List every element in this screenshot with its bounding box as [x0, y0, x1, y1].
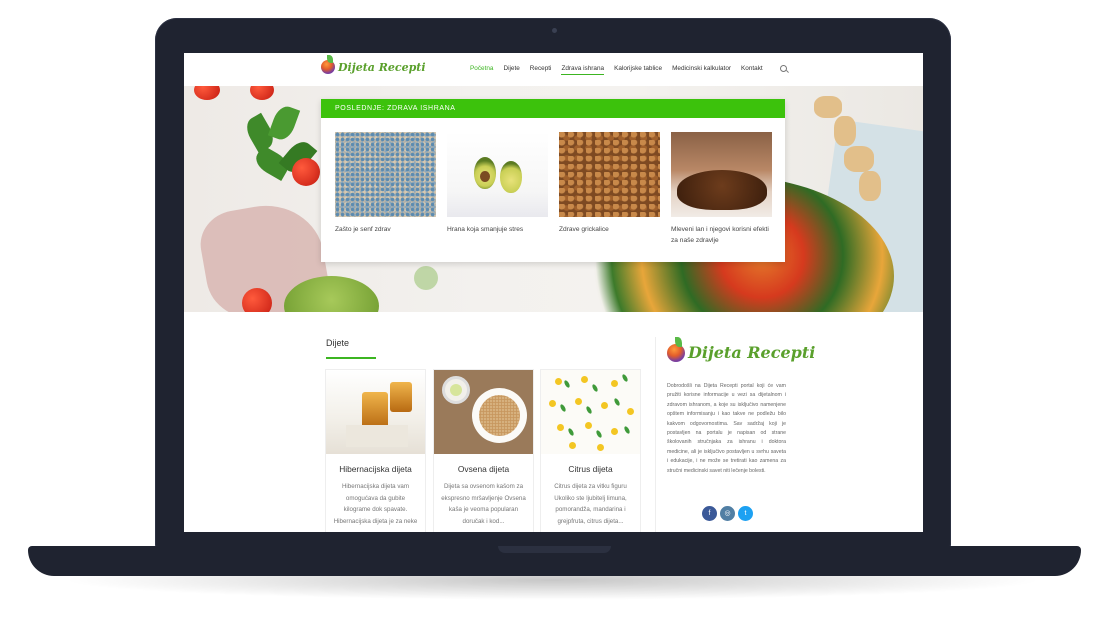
card-description: Hibernacijska dijeta vam omogućava da gu…: [333, 483, 418, 525]
hero-basil: [239, 103, 319, 206]
dropdown-item[interactable]: Zašto je senf zdrav: [335, 132, 436, 235]
section-title: Dijete: [326, 338, 350, 348]
facebook-icon[interactable]: f: [702, 506, 717, 521]
dropdown-item-caption[interactable]: Mleveni lan i njegovi korisni efekti za …: [671, 224, 772, 246]
sidebar-about-text: Dobrodošli na Dijeta Recepti portal koji…: [667, 383, 786, 474]
citrus-image[interactable]: [541, 370, 640, 454]
browser-screen: Dijeta Recepti Početna Dijete Recepti Zd…: [184, 53, 923, 532]
dropdown-item-caption[interactable]: Zašto je senf zdrav: [335, 224, 436, 235]
logo-bowl-icon: [667, 336, 685, 362]
dropdown-item[interactable]: Mleveni lan i njegovi korisni efekti za …: [671, 132, 772, 246]
main-nav: Početna Dijete Recepti Zdrava ishrana Ka…: [470, 65, 773, 75]
section-underline: [326, 357, 376, 359]
dropdown-item[interactable]: Hrana koja smanjuje stres: [447, 132, 548, 235]
site-header: Dijeta Recepti Početna Dijete Recepti Zd…: [184, 53, 923, 86]
hero-ginger: [804, 91, 894, 211]
dropdown-heading: POSLEDNJE: ZDRAVA ISHRANA: [321, 99, 785, 118]
nav-kontakt[interactable]: Kontakt: [741, 65, 763, 75]
diet-card[interactable]: Ovsena dijeta Dijeta sa ovsenom kašom za…: [433, 369, 534, 532]
card-title[interactable]: Hibernacijska dijeta: [326, 464, 425, 474]
honey-jars-image[interactable]: [326, 370, 425, 454]
nav-zdrava-ishrana[interactable]: Zdrava ishrana: [561, 65, 605, 75]
dropdown-item[interactable]: Zdrave grickalice: [559, 132, 660, 235]
nav-pocetna[interactable]: Početna: [470, 65, 493, 75]
mustard-seeds-image[interactable]: [335, 132, 436, 217]
walnuts-image[interactable]: [559, 132, 660, 217]
logo-bowl-icon: [321, 55, 335, 74]
twitter-icon[interactable]: t: [738, 506, 753, 521]
nav-dijete[interactable]: Dijete: [503, 65, 519, 75]
webcam: [552, 28, 557, 33]
instagram-icon[interactable]: ◎: [720, 506, 735, 521]
site-logo[interactable]: Dijeta Recepti: [321, 55, 426, 74]
sidebar-logo-text: Dijeta Recepti: [688, 343, 816, 362]
nav-recepti[interactable]: Recepti: [530, 65, 552, 75]
dropdown-item-caption[interactable]: Hrana koja smanjuje stres: [447, 224, 548, 235]
nav-medicinski-kalkulator[interactable]: Medicinski kalkulator: [672, 65, 731, 75]
laptop-base: [28, 546, 1081, 576]
sidebar-logo: Dijeta Recepti: [667, 336, 816, 362]
card-title[interactable]: Citrus dijeta: [541, 464, 640, 474]
mega-menu-dropdown: POSLEDNJE: ZDRAVA ISHRANA Zašto je senf …: [321, 99, 785, 262]
laptop-notch: [498, 546, 611, 553]
hero-tomato: [194, 86, 220, 100]
search-icon[interactable]: [780, 65, 787, 72]
hero-tomato: [292, 158, 320, 186]
card-description: Dijeta sa ovsenom kašom za ekspresno mrš…: [441, 483, 526, 525]
hero-sprout: [414, 266, 438, 290]
nav-kalorijske-tablice[interactable]: Kalorijske tablice: [614, 65, 662, 75]
card-description: Citrus dijeta za vitku figuru Ukoliko st…: [554, 483, 627, 525]
sidebar-divider: [655, 337, 656, 532]
diet-card[interactable]: Hibernacijska dijeta Hibernacijska dijet…: [325, 369, 426, 532]
hero-tomato: [250, 86, 274, 100]
logo-text: Dijeta Recepti: [338, 60, 426, 74]
avocado-image[interactable]: [447, 132, 548, 217]
card-title[interactable]: Ovsena dijeta: [434, 464, 533, 474]
ground-flax-image[interactable]: [671, 132, 772, 217]
oatmeal-image[interactable]: [434, 370, 533, 454]
dropdown-item-caption[interactable]: Zdrave grickalice: [559, 224, 660, 235]
diet-card[interactable]: Citrus dijeta Citrus dijeta za vitku fig…: [540, 369, 641, 532]
hero-tomato: [242, 288, 272, 312]
